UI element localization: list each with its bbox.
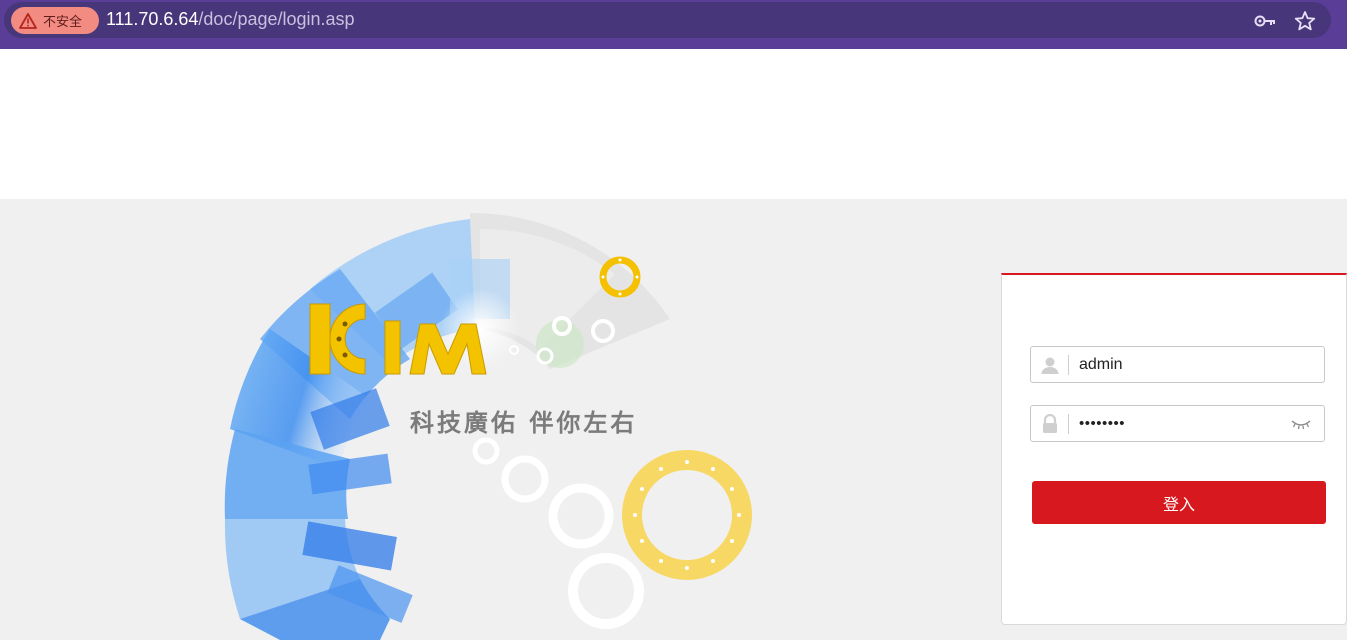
username-input[interactable]: admin: [1069, 356, 1324, 374]
password-input[interactable]: ••••••••: [1069, 415, 1290, 432]
url-text[interactable]: 111.70.6.64/doc/page/login.asp: [106, 9, 355, 30]
lock-icon: [1031, 406, 1069, 441]
page-header-space: [0, 49, 1347, 199]
warning-icon: [19, 12, 37, 29]
username-field[interactable]: admin: [1030, 346, 1325, 383]
login-panel: admin •••••••• 登入: [1001, 273, 1347, 625]
hide-password-icon[interactable]: [1290, 417, 1312, 431]
url-path: /doc/page/login.asp: [198, 9, 355, 29]
security-label: 不安全: [43, 15, 83, 30]
browser-toolbar: 不安全 111.70.6.64/doc/page/login.asp: [0, 0, 1347, 49]
security-chip[interactable]: 不安全: [11, 7, 99, 34]
user-icon: [1031, 347, 1069, 382]
star-icon[interactable]: [1294, 10, 1316, 32]
login-button[interactable]: 登入: [1032, 481, 1326, 524]
address-bar[interactable]: 不安全 111.70.6.64/doc/page/login.asp: [4, 2, 1331, 38]
url-host: 111.70.6.64: [106, 9, 199, 29]
key-icon[interactable]: [1253, 11, 1277, 31]
brand-slogan: 科技廣佑 伴你左右: [410, 409, 638, 437]
password-field[interactable]: ••••••••: [1030, 405, 1325, 442]
